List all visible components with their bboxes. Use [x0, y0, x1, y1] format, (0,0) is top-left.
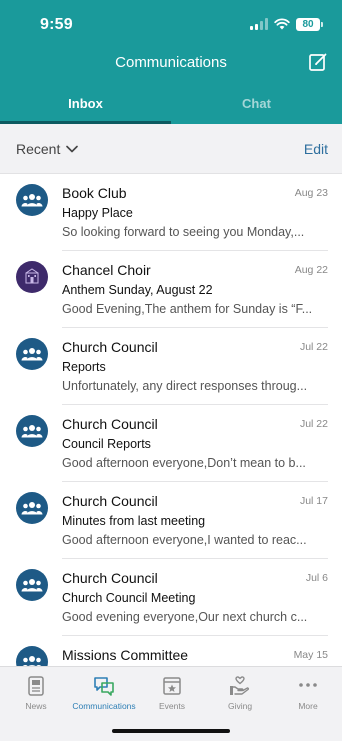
- tabbar-label: Events: [159, 701, 185, 711]
- message-preview: So looking forward to seeing you Monday,…: [62, 225, 305, 239]
- home-indicator: [112, 729, 230, 733]
- message-preview: Good evening everyone,Our next church c.…: [62, 610, 308, 624]
- message-sender: Missions Committee: [62, 647, 189, 663]
- status-bar: 9:59 80: [0, 0, 342, 50]
- group-icon: [16, 415, 48, 447]
- message-subject: Church Council Meeting: [62, 591, 196, 605]
- message-date: May 15: [293, 649, 328, 661]
- message-sender: Church Council: [62, 570, 158, 586]
- message-sender: Book Club: [62, 185, 127, 201]
- recent-dropdown[interactable]: Recent: [16, 141, 79, 157]
- message-row[interactable]: Church Council Jul 22 Council Reports Go…: [0, 405, 342, 482]
- wifi-icon: [274, 18, 290, 30]
- message-date: Aug 22: [294, 264, 328, 276]
- group-icon: [16, 492, 48, 524]
- message-date: Jul 22: [299, 341, 328, 353]
- message-date: Jul 22: [299, 418, 328, 430]
- calendar-star-icon: [163, 677, 181, 695]
- message-row[interactable]: Book Club Aug 23 Happy Place So looking …: [0, 174, 342, 251]
- compose-icon[interactable]: [308, 52, 328, 72]
- recent-label: Recent: [16, 141, 61, 157]
- message-preview: Unfortunately, any direct responses thro…: [62, 379, 308, 393]
- message-preview: Good afternoon everyone,Don’t mean to b.…: [62, 456, 306, 470]
- battery-icon: 80: [296, 17, 323, 31]
- message-subject: Happy Place: [62, 206, 133, 220]
- message-row[interactable]: Church Council Jul 22 Reports Unfortunat…: [0, 328, 342, 405]
- more-dots-icon: [299, 683, 317, 687]
- message-sender: Church Council: [62, 493, 158, 509]
- message-subject: Minutes from last meeting: [62, 514, 206, 528]
- message-sender: Church Council: [62, 416, 158, 432]
- tabbar-label: News: [25, 701, 47, 711]
- giving-hand-heart-icon: [230, 676, 249, 695]
- tab-inbox[interactable]: Inbox: [0, 88, 171, 124]
- group-icon: [16, 184, 48, 216]
- message-date: Jul 6: [305, 572, 328, 584]
- tabbar-item-news[interactable]: News: [2, 675, 70, 711]
- message-subject: Council Reports: [62, 437, 151, 451]
- group-icon: [16, 338, 48, 370]
- message-row[interactable]: Church Council Jul 6 Church Council Meet…: [0, 559, 342, 636]
- signal-icon: [250, 18, 268, 30]
- edit-button[interactable]: Edit: [304, 141, 328, 157]
- choir-photo: [16, 261, 48, 293]
- message-row[interactable]: Church Council Jul 17 Minutes from last …: [0, 482, 342, 559]
- chevron-down-icon: [66, 145, 79, 153]
- filter-bar: Recent Edit: [0, 124, 342, 174]
- message-sender: Chancel Choir: [62, 262, 151, 278]
- message-date: Aug 23: [294, 187, 328, 199]
- message-sender: Church Council: [62, 339, 158, 355]
- tabbar-label: More: [298, 701, 318, 711]
- app-header: 9:59 80 Communications Inbox Chat: [0, 0, 342, 124]
- message-preview: Good afternoon everyone,I wanted to reac…: [62, 533, 307, 547]
- message-subject: Reports: [62, 360, 106, 374]
- tabbar-item-events[interactable]: Events: [138, 675, 206, 711]
- message-subject: Anthem Sunday, August 22: [62, 283, 213, 297]
- status-icons: 80: [250, 17, 323, 31]
- group-icon: [16, 569, 48, 601]
- tabbar-item-more[interactable]: More: [274, 675, 342, 711]
- news-icon: [28, 676, 44, 696]
- tabbar-label: Communications: [72, 701, 136, 711]
- tabbar-label: Giving: [227, 701, 253, 711]
- tabbar-item-communications[interactable]: Communications: [70, 675, 138, 711]
- page-title: Communications: [115, 54, 227, 71]
- tab-chat[interactable]: Chat: [171, 88, 342, 124]
- top-tabs: Inbox Chat: [0, 88, 342, 124]
- message-preview: Good Evening,The anthem for Sunday is “F…: [62, 302, 313, 316]
- status-time: 9:59: [40, 16, 73, 33]
- message-list: Book Club Aug 23 Happy Place So looking …: [0, 174, 342, 713]
- tabbar-item-giving[interactable]: Giving: [206, 675, 274, 711]
- chat-bubbles-icon: [94, 677, 114, 696]
- message-row[interactable]: Chancel Choir Aug 22 Anthem Sunday, Augu…: [0, 251, 342, 328]
- message-date: Jul 17: [299, 495, 328, 507]
